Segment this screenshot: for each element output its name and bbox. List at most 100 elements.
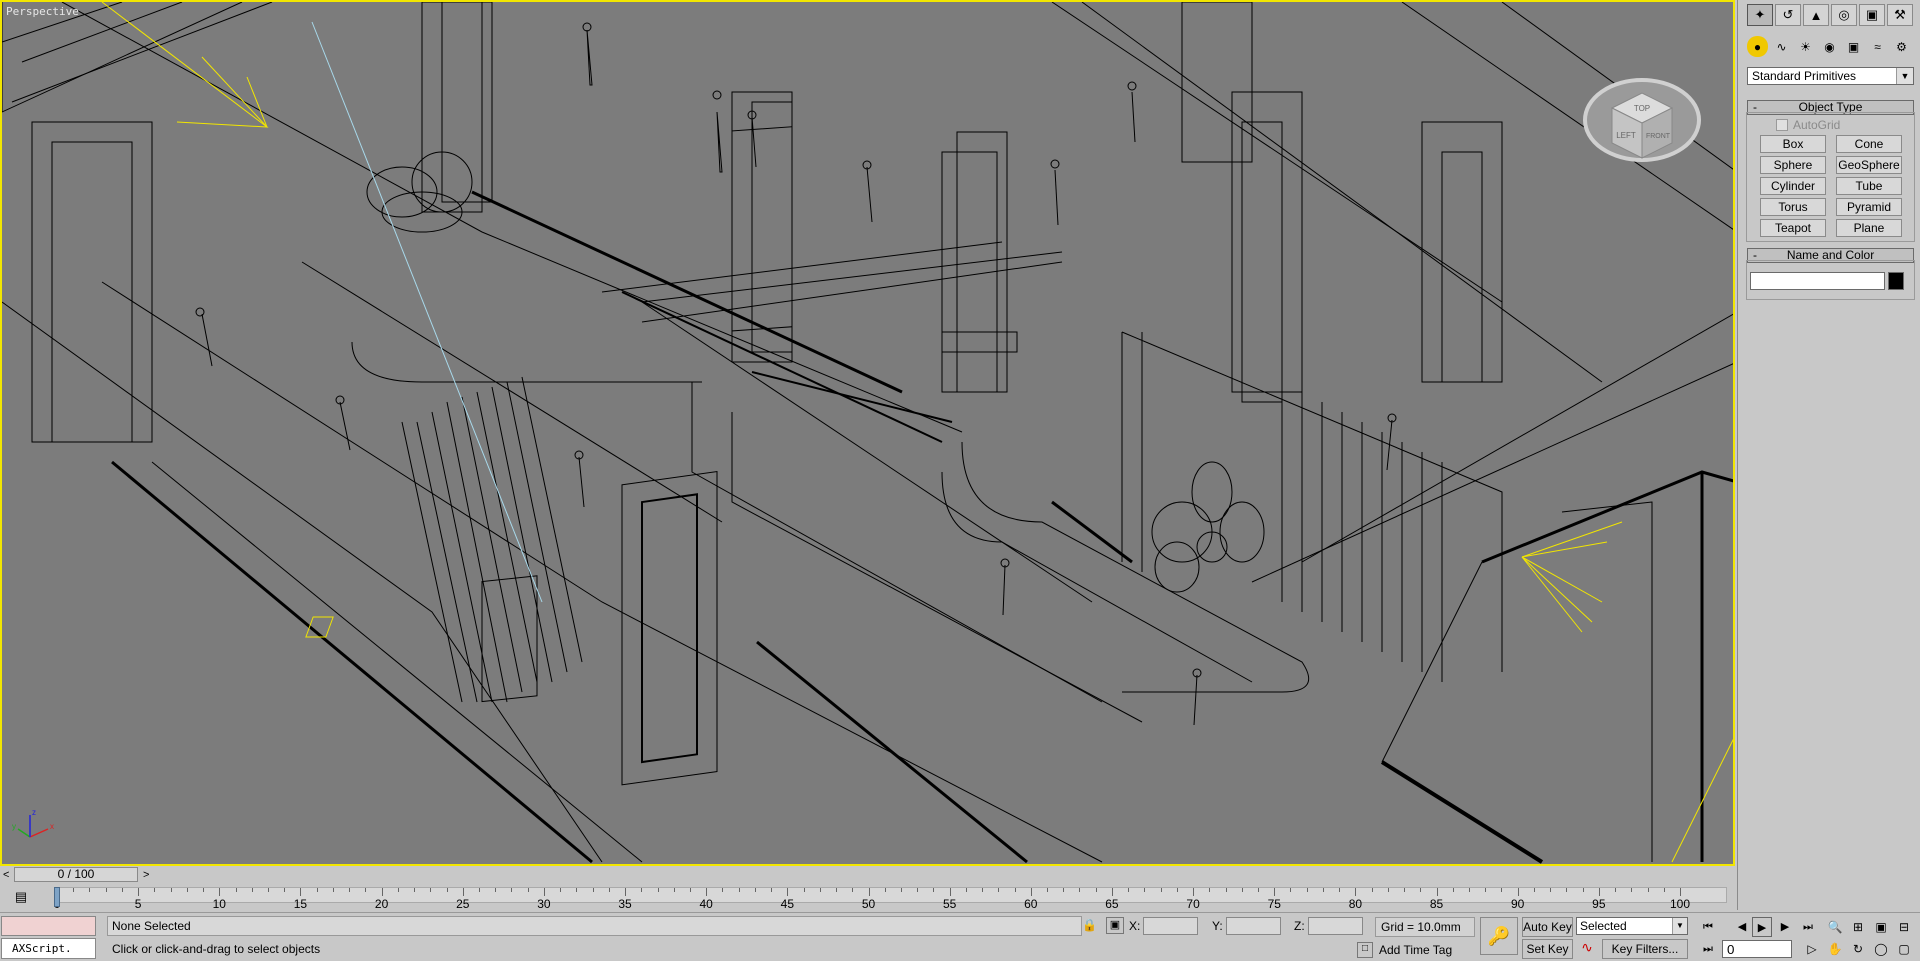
shapes-icon[interactable]: ∿ (1771, 36, 1792, 57)
trackbar-frame-label: 30 (537, 897, 551, 911)
trackbar-tick (771, 888, 773, 892)
tube-button[interactable]: Tube (1836, 177, 1902, 195)
viewport-label[interactable]: Perspective (6, 5, 79, 18)
trackbar-tick (1436, 888, 1438, 896)
trackbar-tick (89, 888, 91, 892)
category-dropdown[interactable]: Standard Primitives ▼ (1747, 67, 1914, 85)
systems-icon[interactable]: ⚙ (1891, 36, 1912, 57)
trackbar-tick (446, 888, 448, 892)
geometry-icon[interactable]: ● (1747, 36, 1768, 57)
goto-start-icon[interactable]: ⏮ (1698, 917, 1718, 937)
next-frame-icon[interactable]: ▶ (1775, 917, 1795, 937)
z-coord-field[interactable] (1308, 917, 1363, 935)
field-of-view-icon[interactable]: ▷ (1802, 939, 1822, 959)
cone-button[interactable]: Cone (1836, 135, 1902, 153)
set-key-button[interactable]: Set Key (1522, 939, 1573, 959)
y-coord-field[interactable] (1226, 917, 1281, 935)
trackbar-tick (965, 888, 967, 892)
zoom-icon[interactable]: 🔍 (1825, 917, 1845, 937)
sphere-button[interactable]: Sphere (1760, 156, 1826, 174)
trackbar-tick (592, 888, 594, 892)
time-slider-next-arrow[interactable]: > (143, 869, 149, 881)
axis-y-label: y (12, 822, 16, 831)
trackbar-frame-label: 55 (942, 897, 957, 911)
trackbar-tick (414, 888, 416, 892)
spacewarps-icon[interactable]: ≈ (1867, 36, 1888, 57)
pan-icon[interactable]: ✋ (1825, 939, 1845, 959)
trackbar-tick (543, 888, 545, 896)
time-slider-prev-arrow[interactable]: < (3, 869, 9, 881)
key-mode-toggle-icon[interactable]: ⏭ (1698, 939, 1718, 959)
key-selection-value: Selected (1580, 919, 1627, 933)
plane-button[interactable]: Plane (1836, 219, 1902, 237)
trackbar-tick (267, 888, 269, 892)
trackbar-tick (982, 888, 984, 892)
perspective-viewport[interactable]: Perspective TOP LEFT FRONT x y z (0, 0, 1735, 866)
pyramid-button[interactable]: Pyramid (1836, 198, 1902, 216)
trackbar-tick (1550, 888, 1552, 892)
trackbar-tick (1030, 888, 1032, 896)
modify-tab-icon[interactable]: ↺ (1775, 4, 1801, 26)
current-frame-spinner[interactable] (1722, 940, 1792, 958)
cameras-icon[interactable]: ◉ (1819, 36, 1840, 57)
trackbar-tick (706, 888, 708, 896)
object-color-swatch[interactable] (1888, 272, 1904, 290)
trackbar-tick (1631, 888, 1633, 892)
grid-size-readout: Grid = 10.0mm (1375, 917, 1475, 937)
play-icon[interactable]: ▶ (1752, 917, 1772, 937)
object-name-input[interactable] (1750, 272, 1885, 290)
key-curve-icon[interactable]: ∿ (1577, 939, 1597, 959)
trackbar-tick (1063, 888, 1065, 892)
zoom-extents-icon[interactable]: ▣ (1871, 917, 1891, 937)
motion-tab-icon[interactable]: ◎ (1831, 4, 1857, 26)
selection-lock-icon[interactable]: 🔒 (1082, 918, 1097, 932)
time-slider[interactable]: < 0 / 100 > (0, 866, 1735, 884)
trackbar-tick (1339, 888, 1341, 892)
set-keys-key-icon[interactable]: 🔑 (1480, 917, 1518, 955)
hierarchy-tab-icon[interactable]: ▲ (1803, 4, 1829, 26)
geosphere-button[interactable]: GeoSphere (1836, 156, 1902, 174)
goto-end-icon[interactable]: ⏭ (1798, 917, 1818, 937)
add-time-tag[interactable]: □ Add Time Tag (1357, 942, 1452, 958)
trackbar-tick (689, 888, 691, 892)
trackbar-tick (1176, 888, 1178, 892)
helpers-icon[interactable]: ▣ (1843, 36, 1864, 57)
zoom-extents-all-icon[interactable]: ⊟ (1894, 917, 1914, 937)
box-button[interactable]: Box (1760, 135, 1826, 153)
auto-key-button[interactable]: Auto Key (1522, 917, 1573, 937)
orbit-icon[interactable]: ↻ (1848, 939, 1868, 959)
viewcube[interactable]: TOP LEFT FRONT (1582, 58, 1702, 168)
torus-button[interactable]: Torus (1760, 198, 1826, 216)
key-selection-dropdown[interactable]: Selected ▼ (1576, 917, 1688, 935)
key-filters-button[interactable]: Key Filters... (1602, 939, 1688, 959)
trackbar-tick (1404, 888, 1406, 892)
trackbar-tick (1306, 888, 1308, 892)
display-tab-icon[interactable]: ▣ (1859, 4, 1885, 26)
trackbar-tick (284, 888, 286, 892)
zoom-all-icon[interactable]: ⊞ (1848, 917, 1868, 937)
maxscript-input[interactable]: AXScript. (1, 938, 96, 959)
utilities-tab-icon[interactable]: ⚒ (1887, 4, 1913, 26)
absolute-mode-icon[interactable]: ▣ (1106, 917, 1124, 934)
curve-editor-toggle-icon[interactable]: ▤ (10, 889, 32, 905)
maximize-viewport-icon[interactable]: ▢ (1894, 939, 1914, 959)
trackbar-tick (803, 888, 805, 892)
x-coord-field[interactable] (1143, 917, 1198, 935)
prev-frame-icon[interactable]: ◀ (1732, 917, 1752, 937)
cylinder-button[interactable]: Cylinder (1760, 177, 1826, 195)
walk-through-icon[interactable]: ◯ (1871, 939, 1891, 959)
maxscript-listener-mini[interactable] (1, 916, 96, 936)
trackbar-frame-label: 20 (374, 897, 389, 911)
y-label: Y: (1212, 919, 1223, 933)
wireframe-scene[interactable] (2, 2, 1735, 866)
trackbar-tick (787, 888, 789, 896)
create-tab-icon[interactable]: ✦ (1747, 4, 1773, 26)
trackbar-frame-label: 95 (1592, 897, 1606, 911)
create-subtabs: ● ∿ ☀ ◉ ▣ ≈ ⚙ (1747, 36, 1912, 57)
trackbar-cursor[interactable] (54, 887, 60, 907)
trackbar[interactable]: 0510152025303540455055606570758085909510… (0, 884, 1735, 911)
autogrid-checkbox[interactable]: AutoGrid (1776, 118, 1840, 132)
teapot-button[interactable]: Teapot (1760, 219, 1826, 237)
time-slider-thumb[interactable]: 0 / 100 (14, 867, 138, 882)
lights-icon[interactable]: ☀ (1795, 36, 1816, 57)
